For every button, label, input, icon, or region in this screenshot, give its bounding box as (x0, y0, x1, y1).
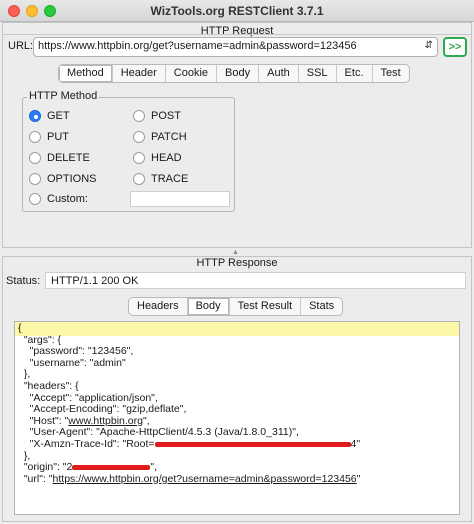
radio-put-label: PUT (47, 131, 69, 143)
radio-post[interactable]: POST (133, 110, 181, 122)
custom-method-input[interactable] (130, 191, 230, 207)
json-line: "User-Agent": "Apache-HttpClient/4.5.3 (… (18, 426, 299, 439)
host-link[interactable]: www.httpbin.org (68, 415, 143, 427)
radio-delete-indicator (29, 152, 41, 164)
split-pane-divider-icon[interactable]: ▲ (232, 249, 240, 256)
radio-head-indicator (133, 152, 145, 164)
tab-method[interactable]: Method (59, 65, 113, 82)
request-tabs: Method Header Cookie Body Auth SSL Etc. … (58, 64, 410, 83)
radio-trace-label: TRACE (151, 173, 189, 185)
radio-custom-label: Custom: (47, 193, 88, 205)
json-line: "username": "admin" (18, 356, 126, 369)
radio-get[interactable]: GET (29, 110, 70, 122)
radio-options-indicator (29, 173, 41, 185)
response-tabs: Headers Body Test Result Stats (128, 297, 344, 316)
url-label: URL: (8, 40, 34, 52)
tab-ssl[interactable]: SSL (299, 65, 337, 82)
json-line: 4" (350, 437, 361, 450)
status-label: Status: (6, 275, 41, 287)
radio-head[interactable]: HEAD (133, 152, 182, 164)
json-line: "args": { (18, 333, 62, 346)
url-value: https://www.httpbin.org/get?username=adm… (38, 40, 357, 52)
origin-redaction (72, 464, 151, 470)
radio-head-label: HEAD (151, 152, 182, 164)
radio-patch[interactable]: PATCH (133, 131, 187, 143)
json-line: { (18, 322, 22, 334)
json-line: ", (143, 414, 150, 427)
status-field: HTTP/1.1 200 OK (45, 272, 466, 289)
radio-post-indicator (133, 110, 145, 122)
json-line: }, (18, 368, 31, 381)
tab-headers[interactable]: Headers (129, 298, 188, 315)
radio-put-indicator (29, 131, 41, 143)
radio-get-label: GET (47, 110, 70, 122)
trace-id-redaction (154, 441, 351, 447)
tab-test[interactable]: Test (373, 65, 409, 82)
tab-body[interactable]: Body (217, 65, 260, 82)
json-line: " (356, 472, 361, 485)
http-method-group: HTTP Method GET POST PUT PATCH DELETE HE… (22, 90, 235, 212)
tab-stats[interactable]: Stats (301, 298, 342, 315)
radio-patch-label: PATCH (151, 131, 187, 143)
radio-delete-label: DELETE (47, 152, 90, 164)
radio-custom[interactable]: Custom: (29, 193, 88, 205)
http-response-title: HTTP Response (196, 257, 278, 269)
radio-delete[interactable]: DELETE (29, 152, 90, 164)
tab-auth[interactable]: Auth (259, 65, 299, 82)
request-title-separator (2, 34, 472, 35)
url-input[interactable]: https://www.httpbin.org/get?username=adm… (33, 37, 438, 57)
http-method-legend: HTTP Method (27, 90, 100, 102)
tab-test-result[interactable]: Test Result (230, 298, 302, 315)
json-line: "url": " (18, 472, 53, 485)
tab-header[interactable]: Header (113, 65, 166, 82)
tab-cookie[interactable]: Cookie (166, 65, 218, 82)
radio-options[interactable]: OPTIONS (29, 173, 97, 185)
http-request-title: HTTP Request (200, 25, 274, 37)
radio-custom-indicator (29, 193, 41, 205)
radio-post-label: POST (151, 110, 181, 122)
radio-get-indicator (29, 110, 41, 122)
send-request-button[interactable]: >> (443, 37, 467, 57)
tab-etc[interactable]: Etc. (337, 65, 373, 82)
response-json: { "args": { "password": "123456", "usern… (18, 322, 361, 485)
json-line: "Accept": "application/json", (18, 391, 158, 404)
radio-options-label: OPTIONS (47, 173, 97, 185)
json-line: "Accept-Encoding": "gzip,deflate", (18, 403, 187, 416)
title-bar: WizTools.org RESTClient 3.7.1 (0, 0, 474, 22)
window-title: WizTools.org RESTClient 3.7.1 (150, 4, 324, 18)
radio-put[interactable]: PUT (29, 131, 69, 143)
radio-patch-indicator (133, 131, 145, 143)
url-link[interactable]: https://www.httpbin.org/get?username=adm… (53, 473, 357, 485)
url-history-dropdown-icon[interactable]: ⇵ (425, 40, 433, 51)
json-line: }, (18, 449, 31, 462)
response-body-editor[interactable]: { "args": { "password": "123456", "usern… (14, 321, 460, 515)
json-line: ", (150, 461, 158, 474)
json-line: "headers": { (18, 379, 79, 392)
json-line: "X-Amzn-Trace-Id": "Root= (18, 437, 155, 450)
radio-trace-indicator (133, 173, 145, 185)
json-line: "password": "123456", (18, 345, 134, 358)
radio-trace[interactable]: TRACE (133, 173, 188, 185)
json-line: "origin": "2 (18, 461, 73, 474)
json-line: "Host": " (18, 414, 69, 427)
tab-response-body[interactable]: Body (187, 298, 230, 315)
